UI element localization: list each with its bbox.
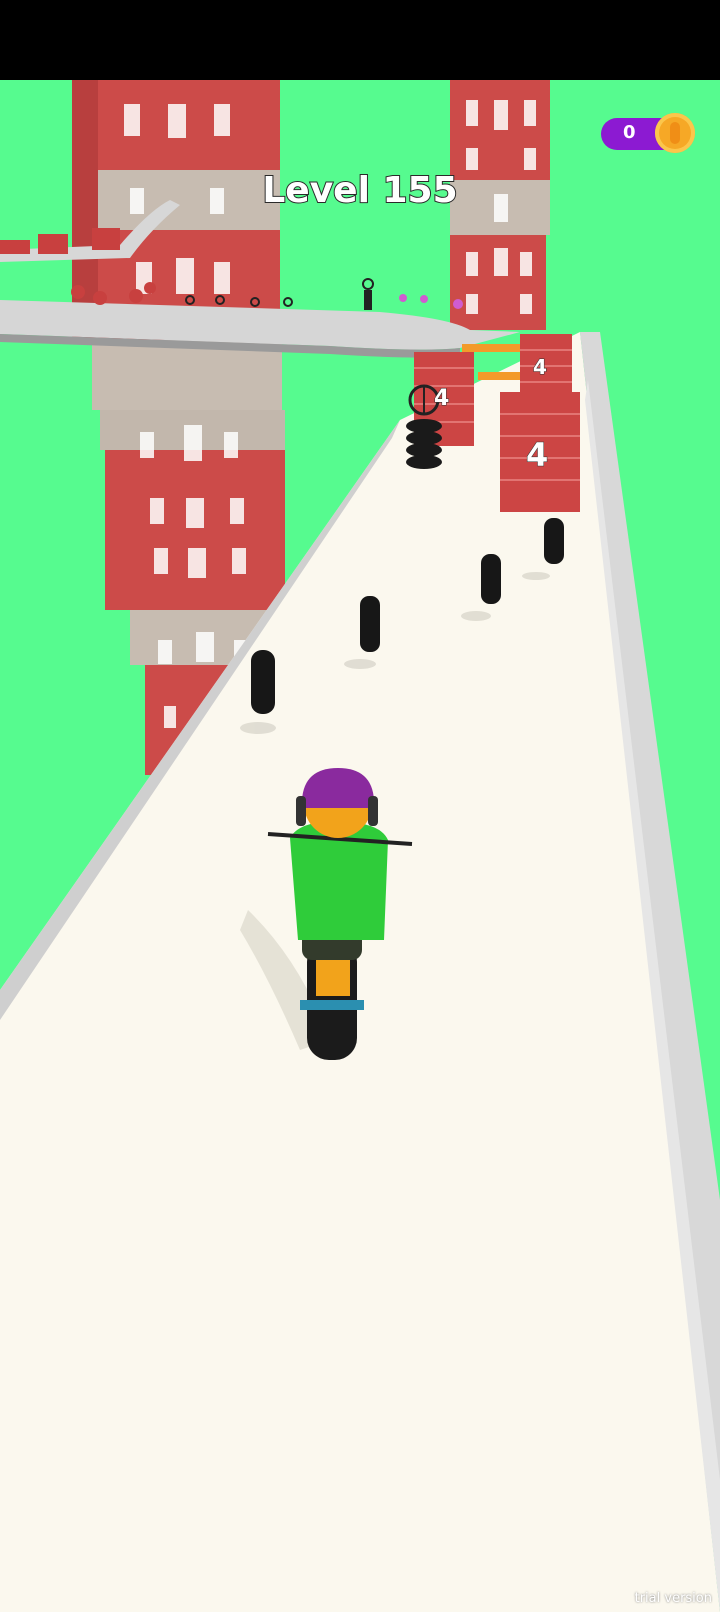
game-scene[interactable] bbox=[0, 80, 720, 1612]
scene-svg bbox=[0, 80, 720, 1612]
coin-count: 0 bbox=[623, 122, 636, 143]
coin-icon bbox=[655, 113, 695, 153]
status-bar bbox=[0, 0, 720, 80]
trial-watermark: trial version bbox=[634, 1591, 712, 1606]
game-screen[interactable]: Level 155 0 4 4 4 trial version bbox=[0, 0, 720, 1612]
wall-count-label: 4 bbox=[433, 386, 450, 412]
level-label: Level 155 bbox=[261, 169, 458, 212]
wall-count-label: 4 bbox=[525, 436, 549, 475]
wall-count-label: 4 bbox=[533, 355, 548, 380]
